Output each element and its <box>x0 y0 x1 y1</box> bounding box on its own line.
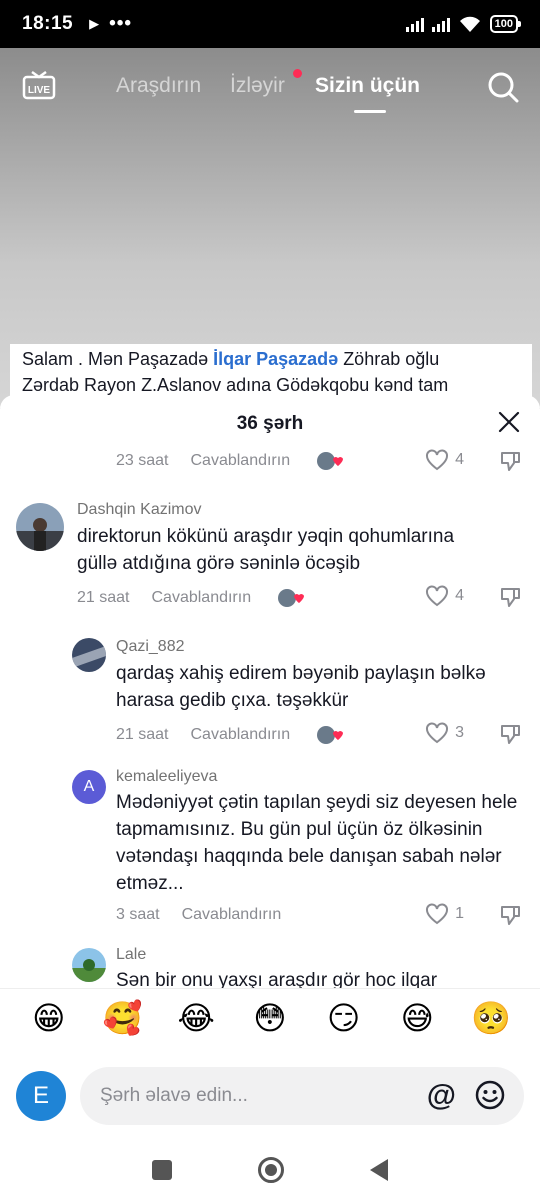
comment-input[interactable]: Şərh əlavə edin... @ <box>80 1067 524 1125</box>
input-row: E Şərh əlavə edin... @ <box>16 1067 524 1125</box>
dislike-icon[interactable] <box>498 585 522 609</box>
live-icon[interactable]: LIVE <box>22 70 56 100</box>
close-icon[interactable] <box>498 411 520 433</box>
reply-button[interactable]: Cavablandırın <box>190 726 290 744</box>
emoji-flushed[interactable]: 😳 <box>245 999 295 1037</box>
search-icon[interactable] <box>486 70 520 104</box>
emoji-pleading[interactable]: 🥺 <box>466 999 516 1037</box>
reply-button[interactable]: Cavablandırın <box>182 906 282 924</box>
comment-composer: 😁 🥰 😂 😳 😏 😅 🥺 E Şərh əlavə edin... @ <box>0 988 540 1200</box>
like-count: 1 <box>455 905 464 922</box>
signal-icon-2 <box>431 16 450 32</box>
reaction-avatar-icon[interactable] <box>316 451 344 471</box>
comment-input-placeholder: Şərh əlavə edin... <box>100 1085 248 1106</box>
top-nav: LIVE Araşdırın İzləyir Sizin üçün <box>0 66 540 126</box>
avatar[interactable] <box>72 638 106 672</box>
reply-button[interactable]: Cavablandırın <box>190 452 290 470</box>
home-button[interactable] <box>258 1157 284 1183</box>
comment-text: qardaş xahiş edirem bəyənib paylaşın bəl… <box>116 663 486 711</box>
comment-time: 21 saat <box>77 589 130 606</box>
status-bar: 18:15 ▶ ••• 100 <box>0 0 540 48</box>
comments-count-title: 36 şərh <box>236 413 304 434</box>
more-notifications-icon: ••• <box>109 13 133 34</box>
recents-button[interactable] <box>152 1160 172 1180</box>
like-icon[interactable] <box>425 722 449 744</box>
caption-mention[interactable]: İlqar Paşazadə <box>213 349 338 369</box>
comment-text: direktorun kökünü araşdır yəqin qohumlar… <box>77 526 455 574</box>
comments-list[interactable]: 23 saat Cavablandırın 4 Dashqin Kazimov … <box>0 443 540 988</box>
comment-text: Mədəniyyət çətin tapılan şeydi siz deyes… <box>116 792 518 894</box>
comment-text: Sən bir onu yaxşı araşdır gör hoc ilqar <box>116 970 438 988</box>
notification-dot <box>293 69 302 78</box>
comment-time: 23 saat <box>116 452 169 469</box>
system-nav-bar <box>0 1139 540 1200</box>
live-label: LIVE <box>28 85 51 96</box>
comment-time: 3 saat <box>116 906 160 923</box>
mention-icon[interactable]: @ <box>427 1079 456 1113</box>
like-count: 4 <box>455 451 464 468</box>
battery-indicator: 100 <box>489 15 522 33</box>
comment-author[interactable]: Qazi_882 <box>116 638 185 656</box>
like-icon[interactable] <box>425 903 449 925</box>
signal-icon <box>405 16 424 32</box>
like-icon[interactable] <box>425 585 449 607</box>
status-time: 18:15 <box>22 13 74 34</box>
avatar[interactable] <box>72 948 106 982</box>
emoji-smirk[interactable]: 😏 <box>319 999 369 1037</box>
comment-author[interactable]: Lale <box>116 946 146 964</box>
back-button[interactable] <box>370 1159 388 1181</box>
like-icon[interactable] <box>425 449 449 471</box>
tab-following[interactable]: İzləyir <box>230 74 285 98</box>
active-tab-indicator <box>354 110 386 113</box>
dislike-icon[interactable] <box>498 449 522 473</box>
dislike-icon[interactable] <box>498 722 522 746</box>
like-count: 3 <box>455 724 464 741</box>
reaction-avatar-icon[interactable] <box>277 588 305 608</box>
comment-author[interactable]: kemaleeliyeva <box>116 768 217 786</box>
tab-explore[interactable]: Araşdırın <box>116 74 201 98</box>
avatar[interactable] <box>16 503 64 551</box>
play-icon: ▶ <box>89 16 100 31</box>
emoji-sweat-smile[interactable]: 😅 <box>392 999 442 1037</box>
avatar[interactable]: A <box>72 770 106 804</box>
tab-for-you[interactable]: Sizin üçün <box>315 74 420 98</box>
wifi-icon <box>459 16 480 32</box>
caption-text-cont: Zöhrab oğlu <box>338 349 440 369</box>
emoji-grin[interactable]: 😁 <box>24 999 74 1037</box>
emoji-joy[interactable]: 😂 <box>171 999 221 1037</box>
comments-sheet: 36 şərh 23 saat Cavablandırın 4 Dashqin … <box>0 395 540 1200</box>
emoji-picker-icon[interactable] <box>474 1079 506 1111</box>
dislike-icon[interactable] <box>498 903 522 927</box>
video-player[interactable]: LIVE Araşdırın İzləyir Sizin üçün Salam … <box>0 48 540 408</box>
video-caption: Salam . Mən Paşazadə İlqar Paşazadə Zöhr… <box>10 344 532 400</box>
reply-button[interactable]: Cavablandırın <box>151 589 251 607</box>
emoji-hearts[interactable]: 🥰 <box>98 999 148 1037</box>
reaction-avatar-icon[interactable] <box>316 725 344 745</box>
comment-author[interactable]: Dashqin Kazimov <box>77 501 202 519</box>
comment-time: 21 saat <box>116 726 169 743</box>
user-avatar[interactable]: E <box>16 1071 66 1121</box>
like-count: 4 <box>455 587 464 604</box>
caption-text: Salam . Mən Paşazadə <box>22 349 214 369</box>
emoji-bar: 😁 🥰 😂 😳 😏 😅 🥺 <box>0 999 540 1037</box>
